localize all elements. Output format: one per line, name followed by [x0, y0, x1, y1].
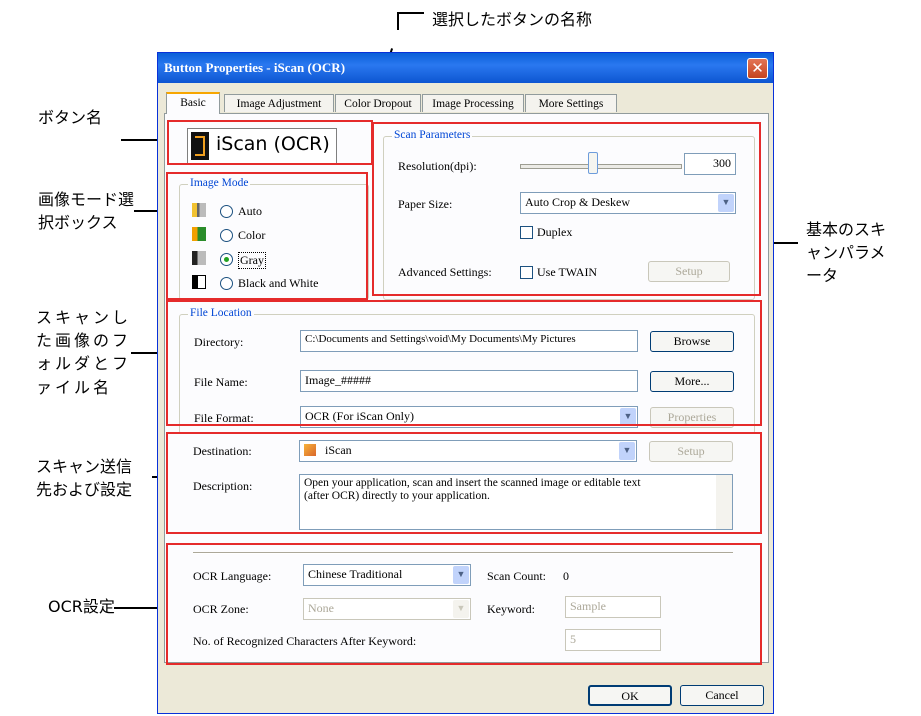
highlight-destination — [166, 432, 762, 534]
ok-button[interactable]: OK — [588, 685, 672, 706]
title-bar: Button Properties - iScan (OCR) ✕ — [158, 53, 773, 83]
annotation-scan-parameters: 基本のスキ ャンパラメ ータ — [806, 218, 886, 288]
annotation-line: スキャン送信 — [36, 457, 133, 476]
annotation-line: ータ — [806, 266, 839, 286]
close-icon: ✕ — [751, 59, 764, 77]
annotation-line: ォルダとフ — [36, 354, 132, 374]
annotation-destination: スキャン送信 先および設定 — [36, 455, 132, 501]
annotation-ocr-settings: OCR設定 — [48, 597, 115, 616]
annotation-selected-button-name: 選択したボタンの名称 — [432, 10, 593, 29]
tab-image-processing[interactable]: Image Processing — [422, 94, 524, 112]
tab-more-settings[interactable]: More Settings — [525, 94, 617, 112]
highlight-ocr-settings — [166, 543, 762, 665]
annotation-line: ァイル名 — [36, 377, 113, 397]
highlight-file-location — [166, 300, 762, 426]
leader-line — [398, 12, 424, 14]
annotation-line: スキャンし — [36, 308, 132, 327]
annotation-button-name: ボタン名 — [38, 108, 103, 127]
cancel-button[interactable]: Cancel — [680, 685, 764, 706]
annotation-line: ャンパラメ — [806, 243, 886, 263]
highlight-scan-parameters — [372, 122, 761, 296]
highlight-image-mode — [166, 172, 368, 300]
annotation-line: 画像モード選 — [38, 190, 135, 209]
highlight-button-name — [167, 120, 373, 165]
annotation-folder-filename: スキャンし た画像のフ ォルダとフ ァイル名 — [36, 306, 131, 399]
tab-basic[interactable]: Basic — [166, 92, 220, 114]
close-button[interactable]: ✕ — [747, 58, 768, 79]
annotation-line: 先および設定 — [36, 480, 133, 500]
tab-image-adjustment[interactable]: Image Adjustment — [224, 94, 334, 112]
leader-line — [397, 12, 399, 30]
annotation-line: た画像のフ — [36, 331, 132, 351]
annotation-line: 択ボックス — [38, 213, 118, 233]
annotation-image-mode-box: 画像モード選 択ボックス — [38, 188, 134, 234]
tab-color-dropout[interactable]: Color Dropout — [335, 94, 421, 112]
annotation-line: 基本のスキ — [806, 220, 887, 239]
window-title: Button Properties - iScan (OCR) — [164, 60, 346, 75]
